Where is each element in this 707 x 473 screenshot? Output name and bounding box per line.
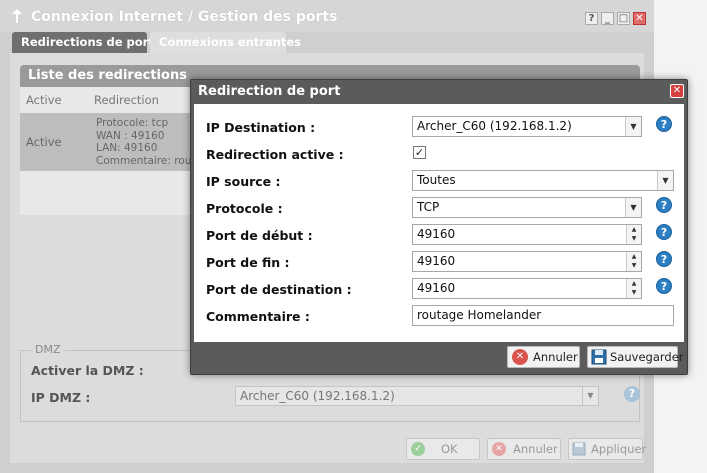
end-port-value: 49160 xyxy=(417,254,456,268)
redirection-active-checkbox[interactable]: ✓ xyxy=(413,146,426,159)
cancel-button[interactable]: ✕ Annuler xyxy=(487,438,561,460)
start-port-value: 49160 xyxy=(417,227,456,241)
ok-button[interactable]: ✓ OK xyxy=(406,438,480,460)
ip-source-value: Toutes xyxy=(417,173,456,187)
window-titlebar[interactable]: Connexion Internet / Gestion des ports ?… xyxy=(0,0,654,32)
ip-source-label: IP source : xyxy=(206,174,281,189)
tab-incoming-connections[interactable]: Connexions entrantes xyxy=(150,32,301,53)
protocol-label: Protocole : xyxy=(206,201,283,216)
help-icon[interactable]: ? xyxy=(656,251,672,267)
dmz-enable-label: Activer la DMZ : xyxy=(31,363,144,378)
save-label: Sauvegarder xyxy=(610,350,684,364)
end-port-label: Port de fin : xyxy=(206,255,290,270)
redirection-active-label: Redirection active : xyxy=(206,147,344,162)
apply-button[interactable]: Appliquer xyxy=(568,438,647,460)
redirection-line: Protocole: tcp xyxy=(96,117,169,129)
comment-label: Commentaire : xyxy=(206,309,310,324)
destination-port-label: Port de destination : xyxy=(206,282,352,297)
cancel-label: Annuler xyxy=(513,442,558,456)
dmz-legend: DMZ xyxy=(31,343,65,356)
dialog-body: IP Destination : Archer_C60 (192.168.1.2… xyxy=(194,104,684,342)
help-icon[interactable]: ? xyxy=(656,278,672,294)
end-port-stepper[interactable]: 49160 ▲ ▼ xyxy=(412,251,642,272)
spinner[interactable]: ▲ ▼ xyxy=(626,279,641,298)
spin-up-icon[interactable]: ▲ xyxy=(627,279,641,288)
save-icon xyxy=(572,442,586,456)
spinner[interactable]: ▲ ▼ xyxy=(626,225,641,244)
chevron-down-icon: ▼ xyxy=(582,387,598,405)
spin-up-icon[interactable]: ▲ xyxy=(627,252,641,261)
help-icon[interactable]: ? xyxy=(656,116,672,132)
check-icon: ✓ xyxy=(411,442,425,456)
close-icon[interactable]: ✕ xyxy=(670,84,684,98)
column-header-active[interactable]: Active xyxy=(20,89,86,111)
save-icon xyxy=(591,349,607,365)
maximize-button[interactable]: □ xyxy=(617,12,630,25)
destination-port-stepper[interactable]: 49160 ▲ ▼ xyxy=(412,278,642,299)
spin-down-icon[interactable]: ▼ xyxy=(627,234,641,243)
dmz-ip-select[interactable]: Archer_C60 (192.168.1.2) ▼ xyxy=(235,386,599,406)
redirection-line: LAN: 49160 xyxy=(96,142,158,154)
protocol-select[interactable]: TCP ▼ xyxy=(412,197,642,218)
port-redirection-dialog: Redirection de port ✕ IP Destination : A… xyxy=(190,79,688,375)
comment-value: routage Homelander xyxy=(417,308,542,322)
cancel-icon: ✕ xyxy=(492,442,506,456)
protocol-value: TCP xyxy=(417,200,440,214)
row-redirection-cell: Protocole: tcp WAN : 49160 LAN: 49160 Co… xyxy=(96,117,196,167)
spinner[interactable]: ▲ ▼ xyxy=(626,252,641,271)
ip-destination-label: IP Destination : xyxy=(206,120,316,135)
save-button[interactable]: Sauvegarder xyxy=(587,346,684,368)
spin-down-icon[interactable]: ▼ xyxy=(627,288,641,297)
ip-destination-select[interactable]: Archer_C60 (192.168.1.2) ▼ xyxy=(412,116,642,137)
dmz-ip-value: Archer_C60 (192.168.1.2) xyxy=(240,389,395,403)
tab-port-redirections[interactable]: Redirections de ports xyxy=(12,32,161,53)
minimize-button[interactable]: _ xyxy=(601,12,614,25)
ip-destination-value: Archer_C60 (192.168.1.2) xyxy=(417,119,572,133)
help-icon[interactable]: ? xyxy=(624,386,640,402)
chevron-down-icon: ▼ xyxy=(625,198,641,217)
chevron-down-icon: ▼ xyxy=(657,171,673,190)
cancel-icon: ✕ xyxy=(512,349,528,365)
connection-icon xyxy=(12,9,22,23)
window-title: Connexion Internet / Gestion des ports xyxy=(31,9,338,25)
comment-input[interactable]: routage Homelander xyxy=(412,305,674,326)
destination-port-value: 49160 xyxy=(417,281,456,295)
chevron-down-icon: ▼ xyxy=(625,117,641,136)
start-port-label: Port de début : xyxy=(206,228,313,243)
apply-label: Appliquer xyxy=(591,442,647,456)
dialog-cancel-label: Annuler xyxy=(533,350,578,364)
ip-source-select[interactable]: Toutes ▼ xyxy=(412,170,674,191)
help-window-button[interactable]: ? xyxy=(585,12,598,25)
row-active-cell: Active xyxy=(26,135,62,149)
spin-up-icon[interactable]: ▲ xyxy=(627,225,641,234)
ok-label: OK xyxy=(441,442,458,456)
help-icon[interactable]: ? xyxy=(656,224,672,240)
dialog-cancel-button[interactable]: ✕ Annuler xyxy=(507,346,580,368)
start-port-stepper[interactable]: 49160 ▲ ▼ xyxy=(412,224,642,245)
redirection-line: WAN : 49160 xyxy=(96,129,165,142)
spin-down-icon[interactable]: ▼ xyxy=(627,261,641,270)
close-window-button[interactable]: ✕ xyxy=(633,12,646,25)
dmz-ip-label: IP DMZ : xyxy=(31,390,91,405)
help-icon[interactable]: ? xyxy=(656,197,672,213)
redirection-line: Commentaire: rout xyxy=(96,154,196,167)
dialog-title: Redirection de port xyxy=(198,84,341,99)
